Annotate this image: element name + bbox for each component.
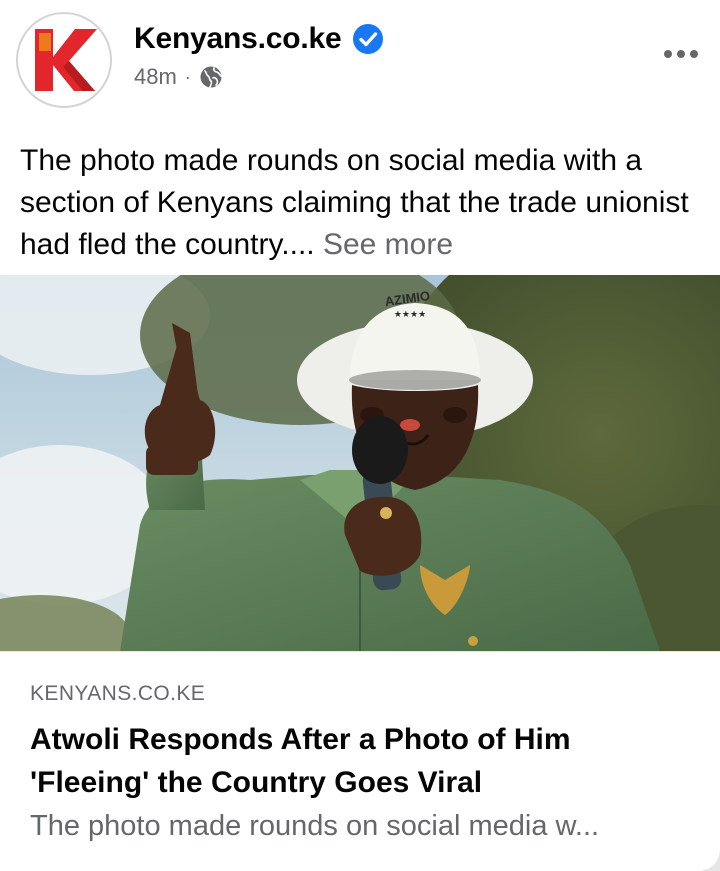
link-title[interactable]: Atwoli Responds After a Photo of Him 'Fl… [30, 718, 690, 804]
post-text: The photo made rounds on social media wi… [20, 140, 710, 266]
globe-icon [200, 66, 222, 88]
link-description: The photo made rounds on social media w.… [30, 810, 600, 842]
post-meta: 48m · [134, 64, 223, 90]
kenyans-logo-icon [35, 29, 97, 91]
post-photo-image: AZIMIO ★★★★ [0, 275, 720, 651]
page-name-label[interactable]: Kenyans.co.ke [134, 22, 342, 56]
more-options-icon [664, 50, 672, 58]
post-header: Kenyans.co.ke 48m · [0, 0, 720, 125]
page-avatar[interactable] [16, 12, 112, 108]
link-preview-card[interactable]: KENYANS.CO.KE Atwoli Responds After a Ph… [0, 651, 720, 871]
verified-badge-icon [352, 24, 383, 54]
see-more-link[interactable]: See more [323, 228, 453, 261]
more-options-icon [677, 50, 685, 58]
page-name[interactable]: Kenyans.co.ke [134, 22, 384, 56]
link-domain: KENYANS.CO.KE [30, 682, 206, 705]
post-timestamp[interactable]: 48m [134, 64, 177, 90]
hat-stars: ★★★★ [394, 309, 426, 319]
more-options-button[interactable] [664, 50, 698, 58]
more-options-icon [690, 50, 698, 58]
post-photo[interactable]: AZIMIO ★★★★ [0, 275, 720, 651]
page-curl-icon [700, 851, 720, 871]
meta-separator: · [184, 66, 191, 87]
